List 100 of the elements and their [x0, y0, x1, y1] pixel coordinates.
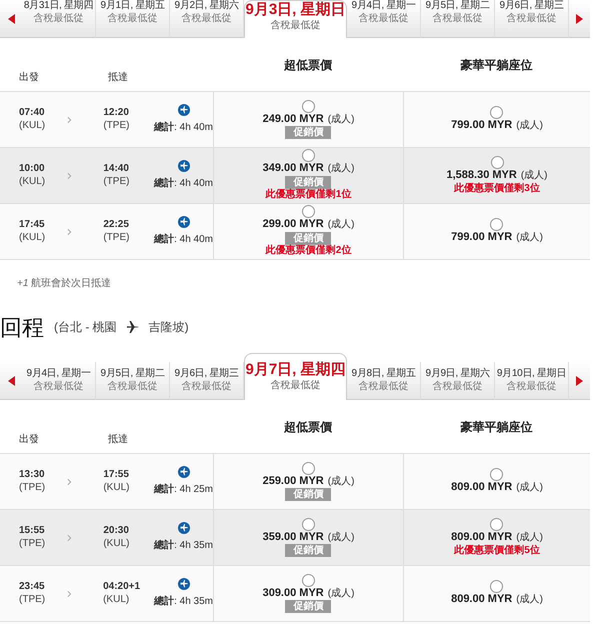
next-arrow-icon[interactable] — [576, 14, 583, 24]
footnote: +1 航班會於次日抵達 — [17, 278, 112, 289]
date-tab[interactable]: 9月5日, 星期二 含稅最低從 — [421, 0, 495, 38]
departure-time: 17:45 — [19, 219, 46, 232]
fare-radio[interactable] — [302, 574, 315, 587]
fare-radio[interactable] — [490, 156, 504, 169]
passenger-type: (成人) — [328, 476, 354, 488]
flight-row[interactable]: 07:40 (KUL) 12:20 (TPE) 總計: 4h 40m 249.00 MYR (成人) 促銷價 799.00 MYR (成人) — [0, 92, 590, 148]
date-tab[interactable]: 9月9日, 星期六 含稅最低從 — [421, 362, 495, 400]
flight-row[interactable]: 13:30 (TPE) 17:55 (KUL) 總計: 4h 25m 259.00 MYR (成人) 促銷價 809.00 MYR (成人) — [0, 454, 590, 510]
arrival-time: 20:30 — [103, 525, 129, 538]
date-tab[interactable]: 9月3日, 星期日 含稅最低從 — [244, 0, 347, 38]
passenger-type: (成人) — [516, 594, 543, 607]
fare-price: 349.00 MYR — [262, 162, 324, 176]
departure-time: 07:40 — [19, 107, 46, 120]
date-tab[interactable]: 9月8日, 星期五 含稅最低從 — [347, 362, 421, 400]
date-tab[interactable]: 9月5日, 星期二 含稅最低從 — [96, 362, 170, 400]
passenger-type: (成人) — [520, 170, 548, 182]
fare-radio[interactable] — [302, 205, 315, 218]
column-header: 抵達 — [108, 70, 128, 85]
arrival-time: 14:40 — [103, 163, 129, 176]
route-destination: 吉隆坡) — [148, 319, 189, 336]
section-title: 回程 — [0, 314, 44, 342]
column-header: 抵達 — [108, 432, 128, 447]
promo-badge: 促銷價 — [285, 176, 332, 190]
flight-row[interactable]: 23:45 (TPE) 04:20+1 (KUL) 總計: 4h 35m 309.00 MYR (成人) 促銷價 809.00 MYR (成人) — [0, 566, 590, 622]
flight-row[interactable]: 10:00 (KUL) 14:40 (TPE) 總計: 4h 40m 349.00 MYR (成人) 促銷價 此優惠票價僅剩1位 1,588.30 MYR (成人) 此優惠票價僅剩3位 — [0, 148, 590, 204]
passenger-type: (成人) — [328, 114, 354, 126]
total-duration: 總計: 4h 40m — [154, 122, 213, 135]
fare-radio[interactable] — [302, 518, 315, 531]
airport-code: (TPE) — [19, 482, 46, 494]
previous-arrow-icon[interactable] — [8, 376, 14, 386]
fare-price: 1,588.30 MYR — [446, 168, 517, 182]
airport-code: (KUL) — [19, 232, 46, 244]
fare-radio[interactable] — [302, 462, 315, 475]
airport-code: (KUL) — [19, 120, 46, 132]
fare-radio[interactable] — [490, 468, 504, 482]
date-tab[interactable]: 8月31日, 星期四 含稅最低從 — [22, 0, 96, 38]
passenger-type: (成人) — [516, 482, 543, 495]
seats-left-warning: 此優惠票價僅剩5位 — [454, 544, 540, 558]
airport-code: (TPE) — [103, 232, 130, 244]
next-arrow-icon[interactable] — [576, 376, 583, 386]
seats-left-warning: 此優惠票價僅剩3位 — [454, 182, 540, 196]
departure-time: 10:00 — [19, 163, 46, 176]
airport-code: (KUL) — [19, 176, 46, 188]
column-header: 出發 — [19, 432, 40, 447]
plane-icon — [178, 466, 190, 478]
arrival-time: 22:25 — [103, 219, 129, 232]
airport-code: (TPE) — [103, 120, 130, 132]
fare-price: 359.00 MYR — [262, 530, 324, 544]
fare-radio[interactable] — [490, 218, 504, 232]
date-tab[interactable]: 9月4日, 星期一 含稅最低從 — [22, 362, 96, 400]
fare-radio[interactable] — [490, 580, 504, 594]
total-duration: 總計: 4h 40m — [154, 178, 213, 191]
flight-row[interactable]: 17:45 (KUL) 22:25 (TPE) 總計: 4h 40m 299.00 MYR (成人) 促銷價 此優惠票價僅剩2位 799.00 MYR (成人) — [0, 204, 590, 260]
chevron-icon — [66, 590, 72, 598]
departure-time: 15:55 — [19, 525, 46, 538]
fare-radio[interactable] — [490, 518, 504, 531]
total-duration: 總計: 4h 35m — [154, 540, 213, 553]
flight-row[interactable]: 15:55 (TPE) 20:30 (KUL) 總計: 4h 35m 359.00 MYR (成人) 促銷價 809.00 MYR (成人) 此優惠票價僅剩5位 — [0, 510, 590, 566]
date-tab[interactable]: 9月1日, 星期五 含稅最低從 — [96, 0, 170, 38]
fare-radio[interactable] — [302, 149, 315, 162]
fare-price: 809.00 MYR — [451, 481, 512, 495]
date-tab[interactable]: 9月6日, 星期三 含稅最低從 — [495, 0, 569, 38]
plane-icon — [178, 104, 190, 116]
column-header: 出發 — [19, 70, 40, 85]
plane-icon — [178, 160, 190, 172]
passenger-type: (成人) — [516, 120, 543, 133]
promo-badge: 促銷價 — [285, 544, 332, 558]
fare-price: 809.00 MYR — [451, 530, 512, 544]
passenger-type: (成人) — [328, 219, 354, 232]
column-header: 豪華平躺座位 — [460, 57, 532, 74]
fare-radio[interactable] — [302, 100, 315, 113]
airport-code: (KUL) — [103, 482, 130, 494]
chevron-icon — [66, 172, 72, 180]
passenger-type: (成人) — [328, 163, 354, 176]
airport-code: (TPE) — [103, 176, 130, 188]
fare-radio[interactable] — [490, 106, 504, 120]
fare-price: 309.00 MYR — [262, 586, 324, 600]
column-header: 超低票價 — [284, 57, 332, 74]
column-header: 豪華平躺座位 — [460, 419, 532, 436]
date-tab[interactable]: 9月7日, 星期四 含稅最低從 — [244, 353, 347, 400]
route-origin: (台北 - 桃園 — [54, 319, 117, 336]
fare-price: 299.00 MYR — [262, 218, 324, 232]
previous-arrow-icon[interactable] — [8, 14, 14, 24]
date-tab[interactable]: 9月10日, 星期日 含稅最低從 — [495, 362, 569, 400]
plane-icon — [178, 216, 190, 228]
fare-price: 809.00 MYR — [451, 593, 512, 607]
plane-icon — [178, 522, 190, 534]
date-tab[interactable]: 9月6日, 星期三 含稅最低從 — [170, 362, 244, 400]
arrival-time: 04:20 — [103, 581, 129, 594]
seats-left-warning: 此優惠票價僅剩2位 — [266, 245, 352, 258]
chevron-icon — [66, 116, 72, 124]
passenger-type: (成人) — [328, 588, 354, 600]
date-tab[interactable]: 9月4日, 星期一 含稅最低從 — [347, 0, 421, 38]
arrival-time: 12:20 — [103, 107, 129, 120]
airport-code: (KUL) — [103, 538, 130, 550]
plane-icon — [126, 321, 139, 333]
plane-icon — [178, 578, 190, 590]
fare-price: 799.00 MYR — [451, 119, 512, 133]
